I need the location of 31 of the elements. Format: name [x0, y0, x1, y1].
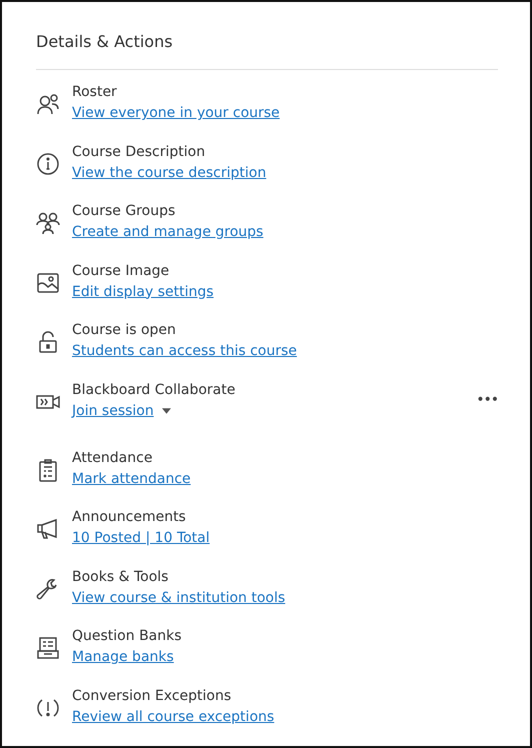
item-link[interactable]: Mark attendance — [72, 470, 191, 486]
item-title: Books & Tools — [72, 568, 170, 584]
item-title: Roster — [72, 84, 118, 100]
item-link[interactable]: View the course description — [72, 164, 266, 180]
info-icon — [36, 152, 60, 176]
item-link[interactable]: Manage banks — [72, 649, 174, 665]
item-title: Announcements — [72, 509, 187, 525]
item-link[interactable]: View everyone in your course — [72, 105, 280, 121]
more-button[interactable]: ••• — [476, 392, 498, 408]
panel-title: Details & Actions — [36, 32, 174, 51]
item-link[interactable]: View course & institution tools — [72, 590, 286, 606]
item-link[interactable]: 10 Posted | 10 Total — [72, 530, 210, 546]
image-icon — [36, 270, 60, 294]
item-title: Conversion Exceptions — [72, 688, 232, 704]
item-title: Course Image — [72, 262, 170, 278]
megaphone-icon — [36, 517, 60, 541]
item-title: Course Description — [72, 144, 206, 160]
drawer-icon — [36, 636, 60, 660]
person-pair-icon — [36, 92, 60, 116]
item-link[interactable]: Review all course exceptions — [72, 708, 274, 724]
item-link[interactable]: Join session — [72, 402, 154, 418]
caret-icon[interactable] — [162, 408, 171, 414]
item-title: Course is open — [72, 322, 177, 338]
item-title: Course Groups — [72, 203, 176, 219]
group-icon — [36, 211, 60, 235]
item-link[interactable]: Create and manage groups — [72, 224, 264, 240]
item-title: Blackboard Collaborate — [72, 382, 236, 398]
item-title: Question Banks — [72, 628, 183, 644]
item-link[interactable]: Students can access this course — [72, 343, 297, 359]
item-link[interactable]: Edit display settings — [72, 284, 214, 300]
item-title: Attendance — [72, 450, 154, 466]
